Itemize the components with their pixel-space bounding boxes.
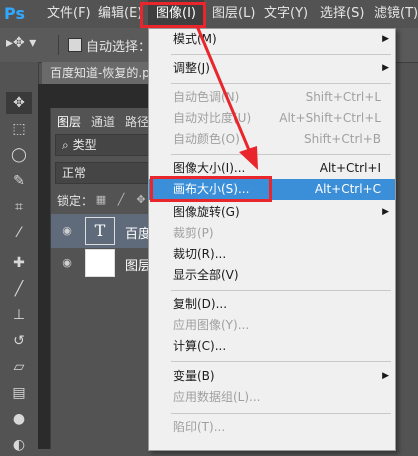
menu-item-duplicate[interactable]: 复制(D)... xyxy=(149,294,395,315)
marquee-icon[interactable]: ⬚ xyxy=(6,118,32,140)
eyedropper-icon[interactable]: ⁄ xyxy=(6,222,32,244)
menu-separator xyxy=(171,290,391,291)
menu-separator xyxy=(171,83,391,84)
lock-position-icon[interactable]: ✥ xyxy=(135,194,147,206)
menu-item-reveal-all[interactable]: 显示全部(V) xyxy=(149,265,395,286)
tab-paths[interactable]: 路径 xyxy=(125,112,149,132)
auto-select-label: 自动选择： xyxy=(86,40,152,55)
menu-file[interactable]: 文件(F) xyxy=(47,0,91,28)
menu-item-auto-contrast[interactable]: 自动对比度(U) Alt+Shift+Ctrl+L xyxy=(149,108,395,129)
menu-filter[interactable]: 滤镜(T) xyxy=(374,0,418,28)
divider xyxy=(58,35,59,55)
menu-type[interactable]: 文字(Y) xyxy=(264,0,308,28)
menu-edit[interactable]: 编辑(E) xyxy=(98,0,142,28)
move-icon[interactable]: ✥ xyxy=(6,92,32,114)
tab-channels[interactable]: 通道 xyxy=(91,112,115,132)
menu-item-image-rotation[interactable]: 图像旋转(G) ▶ xyxy=(149,202,395,223)
healing-icon[interactable]: ✚ xyxy=(6,252,32,274)
image-menu-dropdown: 模式(M) ▶ 调整(J) ▶ 自动色调(N) Shift+Ctrl+L 自动对… xyxy=(148,28,396,451)
menu-select[interactable]: 选择(S) xyxy=(320,0,364,28)
layer-thumbnail xyxy=(85,249,115,277)
quick-select-icon[interactable]: ✎ xyxy=(6,170,32,192)
document-tab[interactable]: 百度知道-恢复的.p xyxy=(42,62,156,84)
auto-select-checkbox[interactable] xyxy=(68,38,82,52)
layers-panel: 图层 通道 路径 ⌕ 类型 正常 锁定： ▦ ╱ ✥ ◉ T 百度 ◉ 图层 xyxy=(50,108,153,449)
submenu-arrow-icon: ▶ xyxy=(382,371,389,381)
photoshop-logo: Ps xyxy=(4,4,25,23)
submenu-arrow-icon: ▶ xyxy=(382,34,389,44)
dodge-icon[interactable]: ◐ xyxy=(6,434,32,456)
blend-mode-value: 正常 xyxy=(62,166,87,180)
text-layer-thumbnail: T xyxy=(85,217,115,245)
history-brush-icon[interactable]: ↺ xyxy=(6,330,32,352)
eraser-icon[interactable]: ▱ xyxy=(6,356,32,378)
layer-filter-select[interactable]: ⌕ 类型 xyxy=(55,134,151,156)
menu-item-mode[interactable]: 模式(M) ▶ xyxy=(149,29,395,50)
menu-item-trim[interactable]: 裁切(R)... xyxy=(149,244,395,265)
brush-icon[interactable]: ╱ xyxy=(6,278,32,300)
layer-row[interactable]: ◉ 图层 xyxy=(51,246,153,280)
blend-mode-select[interactable]: 正常 xyxy=(55,162,151,184)
tools-panel: ✥ ⬚ ◯ ✎ ⌗ ⁄ ✚ ╱ ⊥ ↺ ▱ ▤ ● ◐ xyxy=(0,62,39,453)
image-menu-callout-box xyxy=(140,2,206,28)
gradient-icon[interactable]: ▤ xyxy=(6,382,32,404)
menu-item-apply-image[interactable]: 应用图像(Y)... xyxy=(149,315,395,336)
lock-label: 锁定： xyxy=(57,194,94,208)
menu-item-adjustments[interactable]: 调整(J) ▶ xyxy=(149,58,395,79)
canvas-size-callout-box xyxy=(150,176,272,202)
menu-separator xyxy=(171,154,391,155)
lasso-icon[interactable]: ◯ xyxy=(6,144,32,166)
stamp-icon[interactable]: ⊥ xyxy=(6,304,32,326)
menu-separator xyxy=(171,413,391,414)
tab-layers[interactable]: 图层 xyxy=(57,112,81,132)
lock-pixels-icon[interactable]: ╱ xyxy=(115,194,127,206)
crop-icon[interactable]: ⌗ xyxy=(6,196,32,218)
layer-filter-label: 类型 xyxy=(72,138,97,152)
eye-icon[interactable]: ◉ xyxy=(59,224,75,238)
menu-item-calculations[interactable]: 计算(C)... xyxy=(149,336,395,357)
eye-icon[interactable]: ◉ xyxy=(59,256,75,270)
menu-item-apply-data-set[interactable]: 应用数据组(L)... xyxy=(149,387,395,408)
menu-item-variables[interactable]: 变量(B) ▶ xyxy=(149,366,395,387)
menubar: Ps 文件(F) 编辑(E) 图像(I) 图层(L) 文字(Y) 选择(S) 滤… xyxy=(0,0,418,28)
submenu-arrow-icon: ▶ xyxy=(382,63,389,73)
lock-transparent-icon[interactable]: ▦ xyxy=(95,194,107,206)
menu-item-auto-tone[interactable]: 自动色调(N) Shift+Ctrl+L xyxy=(149,87,395,108)
menu-item-crop[interactable]: 裁剪(P) xyxy=(149,223,395,244)
menu-separator xyxy=(171,54,391,55)
layer-row[interactable]: ◉ T 百度 xyxy=(51,214,153,248)
menu-layer[interactable]: 图层(L) xyxy=(212,0,255,28)
blur-icon[interactable]: ● xyxy=(6,408,32,430)
menu-item-auto-color[interactable]: 自动颜色(O) Shift+Ctrl+B xyxy=(149,129,395,150)
submenu-arrow-icon: ▶ xyxy=(382,207,389,217)
menu-item-trap[interactable]: 陷印(T)... xyxy=(149,417,395,438)
menu-separator xyxy=(171,361,391,362)
search-icon: ⌕ xyxy=(62,138,69,152)
move-tool-preset-icon[interactable]: ▸✥ ▾ xyxy=(6,35,40,55)
